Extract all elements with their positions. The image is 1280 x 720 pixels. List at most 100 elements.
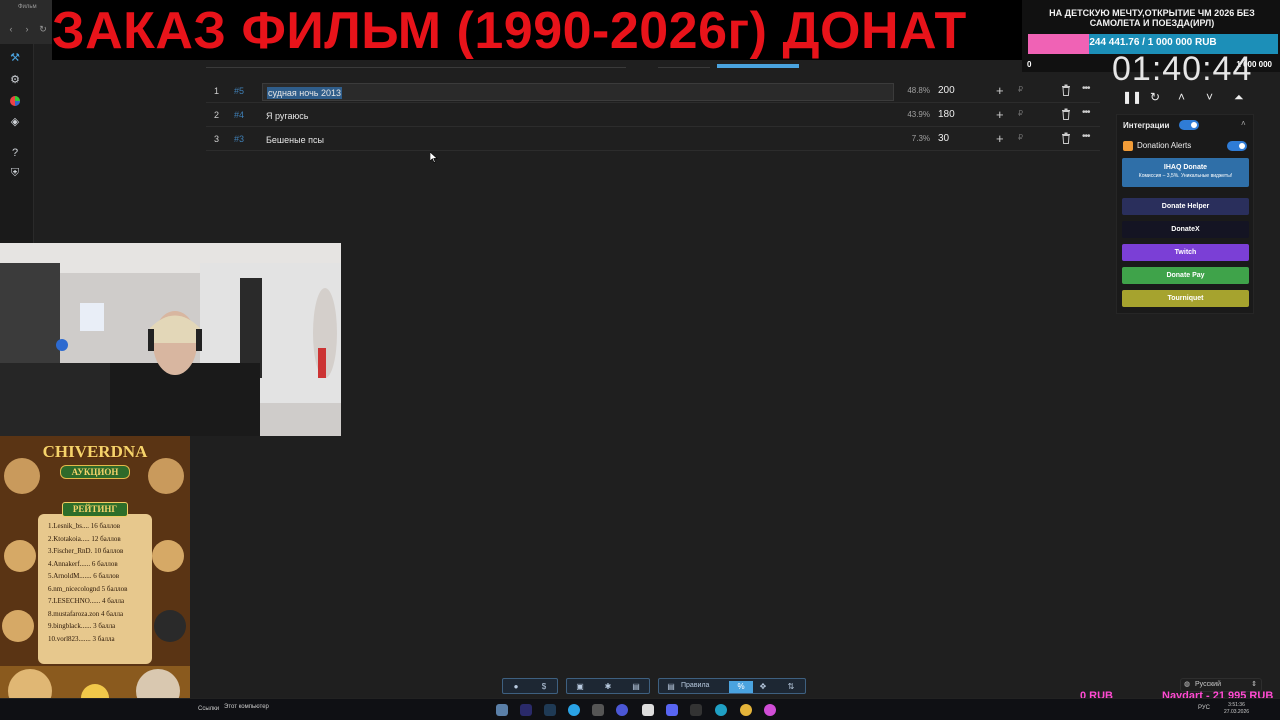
tourniquet-label: Tourniquet xyxy=(1167,295,1204,302)
obs-icon[interactable] xyxy=(690,704,702,716)
donation-alerts-toggle[interactable] xyxy=(1227,141,1247,151)
lot-number: 1 xyxy=(214,86,220,96)
add-amount-icon[interactable]: + xyxy=(996,131,1004,146)
shield-icon[interactable]: ⛨ xyxy=(8,166,22,180)
order-banner: ЗАКАЗ ФИЛЬМ (1990-2026г) ДОНАТ xyxy=(52,0,1024,60)
pause-icon[interactable]: ❚❚ xyxy=(1122,90,1142,104)
donation-alerts-label: Donation Alerts xyxy=(1137,141,1192,151)
chevron-up-icon[interactable]: ˄ xyxy=(1178,90,1185,104)
donation-alerts-icon xyxy=(1123,141,1133,151)
add-amount-icon[interactable]: + xyxy=(996,107,1004,122)
system-tray[interactable]: РУС xyxy=(1120,705,1210,711)
trash-icon[interactable] xyxy=(1061,132,1071,144)
app-icon[interactable] xyxy=(764,704,776,716)
rating-item: 6.nm_nicecolognd 5 баллов xyxy=(48,584,128,593)
lot-row[interactable]: 3 #3 Бешеные псы 7.3% 30 + ₽ ••• xyxy=(206,129,1100,151)
dollar-icon[interactable]: $ xyxy=(538,681,550,693)
steam-icon[interactable] xyxy=(544,704,556,716)
integrations-header: Интеграции xyxy=(1123,121,1170,130)
amount-input[interactable] xyxy=(658,60,710,68)
trash-icon[interactable] xyxy=(1061,84,1071,96)
tourniquet-button[interactable]: Tourniquet xyxy=(1122,290,1249,307)
rules-button[interactable]: Правила xyxy=(681,682,709,689)
ruble-icon[interactable]: ₽ xyxy=(1018,109,1023,118)
rating-item: 3.Fischer_RnD. 10 баллов xyxy=(48,547,124,555)
add-lot-button[interactable] xyxy=(717,64,799,68)
rating-subtitle: АУКЦИОН xyxy=(60,465,130,479)
lot-amount[interactable]: 30 xyxy=(938,133,949,144)
add-amount-icon[interactable]: + xyxy=(996,83,1004,98)
donate-pay-button[interactable]: Donate Pay xyxy=(1122,267,1249,284)
percent-icon[interactable]: % xyxy=(729,681,753,693)
settings-icon[interactable] xyxy=(592,704,604,716)
donate-helper-button[interactable]: Donate Helper xyxy=(1122,198,1249,215)
chrome-icon[interactable] xyxy=(740,704,752,716)
ruble-icon[interactable]: ₽ xyxy=(1018,133,1023,142)
collapse-icon[interactable]: ˄ xyxy=(1241,119,1246,128)
lot-id: #5 xyxy=(234,86,245,96)
donate-pay-label: Donate Pay xyxy=(1166,272,1205,279)
twitch-button[interactable]: Twitch xyxy=(1122,244,1249,261)
reset-icon[interactable]: ↻ xyxy=(1150,90,1160,104)
lot-name-text: Я ругаюсь xyxy=(266,111,309,121)
donatex-button[interactable]: DonateX xyxy=(1122,221,1249,238)
language-label: Русский xyxy=(1195,681,1221,688)
layers-icon[interactable]: ◈ xyxy=(8,114,22,128)
calculator-icon[interactable] xyxy=(496,704,508,716)
wheel-icon[interactable] xyxy=(8,94,22,108)
github-icon[interactable]: ● xyxy=(510,681,522,693)
save-icon[interactable]: ▣ xyxy=(574,681,586,693)
back-icon[interactable]: ‹ xyxy=(6,24,16,34)
lot-row[interactable]: 1 #5 судная ночь 2013 48.8% 200 + ₽ ••• xyxy=(206,81,1100,103)
taskbar-links[interactable]: Ссылки xyxy=(198,706,219,712)
rating-item: 8.mustafaroza.zon 4 балла xyxy=(48,609,124,618)
rating-item: 2.Ktotakoia..... 12 баллов xyxy=(48,534,121,543)
bug-icon[interactable]: ✱ xyxy=(602,681,614,693)
rating-title: CHIVERDNA xyxy=(42,442,148,461)
taskbar-this-pc[interactable]: Этот компьютер xyxy=(224,704,269,710)
telegram-icon[interactable] xyxy=(568,704,580,716)
notes-icon[interactable] xyxy=(642,704,654,716)
lot-name-input[interactable]: Бешеные псы xyxy=(262,131,894,149)
discord-icon[interactable] xyxy=(666,704,678,716)
tray-language: РУС xyxy=(1198,705,1211,711)
gear-icon[interactable]: ⚙ xyxy=(8,72,22,86)
vpn-icon[interactable] xyxy=(616,704,628,716)
reload-icon[interactable]: ↻ xyxy=(38,24,48,34)
donatex-label: DonateX xyxy=(1171,226,1200,233)
chevron-down-icon[interactable]: ˅ xyxy=(1206,90,1213,104)
premiere-icon[interactable] xyxy=(520,704,532,716)
stream-screen: Фильм ‹ › ↻ ⚒ ⚙ ◈ ? ⛨ ЗАКАЗ ФИЛЬМ (1990-… xyxy=(0,0,1280,720)
help-icon[interactable]: ? xyxy=(8,146,22,160)
rating-item: 7.LESECHNO...... 4 балла xyxy=(48,597,125,605)
more-icon[interactable]: ••• xyxy=(1082,131,1090,142)
taskbar-clock[interactable]: 3:51:36 27.03.2026 xyxy=(1224,702,1249,716)
integrations-toggle[interactable] xyxy=(1179,120,1199,130)
ihaq-donate-button[interactable]: IHAQ Donate Комиссия – 3,5%. Уникальные … xyxy=(1122,158,1249,187)
lot-name-input[interactable]: судная ночь 2013 xyxy=(262,83,894,101)
rating-item: 5.ArnoldM....... 6 баллов xyxy=(48,572,120,580)
banner-text: ЗАКАЗ ФИЛЬМ (1990-2026г) ДОНАТ xyxy=(52,2,967,60)
lot-percent: 48.8% xyxy=(907,86,930,95)
trash-icon[interactable] xyxy=(1061,108,1071,120)
move-icon[interactable]: ✥ xyxy=(757,681,769,693)
double-chevron-up-icon[interactable]: ⏶ xyxy=(1234,90,1244,105)
rating-list: 1.Lesnik_bs.... 16 баллов 2.Ktotakoia...… xyxy=(48,522,144,647)
forward-icon[interactable]: › xyxy=(22,24,32,34)
new-lot-input[interactable] xyxy=(206,60,626,68)
lot-amount[interactable]: 180 xyxy=(938,109,955,120)
archive-icon[interactable]: ▤ xyxy=(630,681,642,693)
sort-icon[interactable]: ⇅ xyxy=(785,681,797,693)
edge-icon[interactable] xyxy=(715,704,727,716)
ihaq-donate-sub: Комиссия – 3,5%. Уникальные виджеты! xyxy=(1138,173,1233,179)
os-taskbar: Ссылки Этот компьютер РУС 3:51:36 27.03.… xyxy=(0,698,1280,720)
lot-amount[interactable]: 200 xyxy=(938,85,955,96)
lot-row[interactable]: 2 #4 Я ругаюсь 43.9% 180 + ₽ ••• xyxy=(206,105,1100,127)
ruble-icon[interactable]: ₽ xyxy=(1018,85,1023,94)
auction-hammer-icon[interactable]: ⚒ xyxy=(8,50,22,64)
more-icon[interactable]: ••• xyxy=(1082,83,1090,94)
twitch-label: Twitch xyxy=(1174,249,1197,256)
lot-name-input[interactable]: Я ругаюсь xyxy=(262,107,894,125)
rules-icon: ▤ xyxy=(667,682,675,691)
more-icon[interactable]: ••• xyxy=(1082,107,1090,118)
